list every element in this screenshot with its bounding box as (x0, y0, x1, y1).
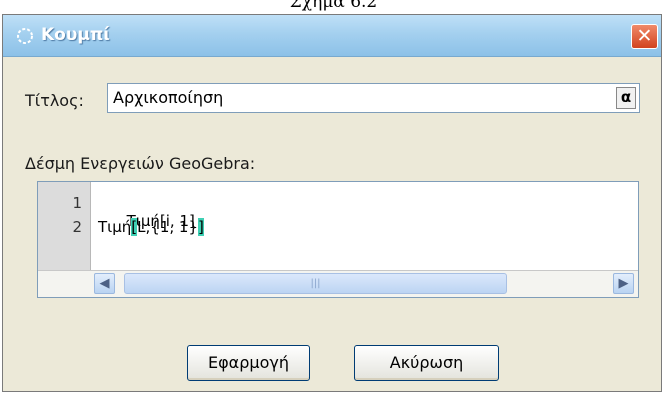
cancel-button[interactable]: Ακύρωση (354, 345, 499, 381)
close-icon: ✕ (636, 25, 653, 47)
close-button[interactable]: ✕ (631, 24, 658, 49)
chevron-left-icon: ◀ (99, 276, 110, 291)
code-text: Τιμή (98, 218, 132, 236)
title-value: Αρχικοποίηση (113, 88, 224, 107)
title-bar[interactable]: Κουμπί ✕ (3, 15, 661, 57)
scroll-thumb[interactable]: ||| (124, 273, 507, 294)
scroll-right-button[interactable]: ▶ (613, 273, 634, 294)
line-number-gutter: 1 2 (38, 182, 91, 271)
code-text: L,{1, 1} (137, 218, 198, 236)
bracket-highlight: ] (198, 218, 204, 236)
code-line[interactable]: Τιμή[L,{1, 1}] (98, 218, 204, 236)
apply-button[interactable]: Εφαρμογή (187, 345, 310, 381)
window-title: Κουμπί (41, 25, 110, 45)
button-tool-icon (17, 28, 33, 44)
alpha-symbol-button[interactable]: α (616, 87, 636, 109)
scroll-left-button[interactable]: ◀ (94, 273, 115, 294)
chevron-right-icon: ▶ (618, 276, 629, 291)
title-field[interactable]: Αρχικοποίηση α (107, 83, 640, 113)
title-label: Τίτλος: (25, 91, 84, 110)
script-label: Δέσμη Ενεργειών GeoGebra: (25, 154, 256, 173)
line-number: 1 (72, 194, 82, 212)
alpha-icon: α (620, 88, 632, 106)
script-editor[interactable]: 1 2 Τιμή[i, 1] Τιμή[L,{1, 1}] ◀ ||| ▶ (37, 181, 639, 298)
grip-icon: ||| (310, 278, 321, 289)
figure-caption: Σχήμα 6.2 (289, 0, 378, 12)
dialog-window: Κουμπί ✕ Τίτλος: Αρχικοποίηση α Δέσμη Εν… (2, 14, 662, 392)
horizontal-scrollbar[interactable]: ◀ ||| ▶ (38, 270, 638, 297)
line-number: 2 (72, 218, 82, 236)
